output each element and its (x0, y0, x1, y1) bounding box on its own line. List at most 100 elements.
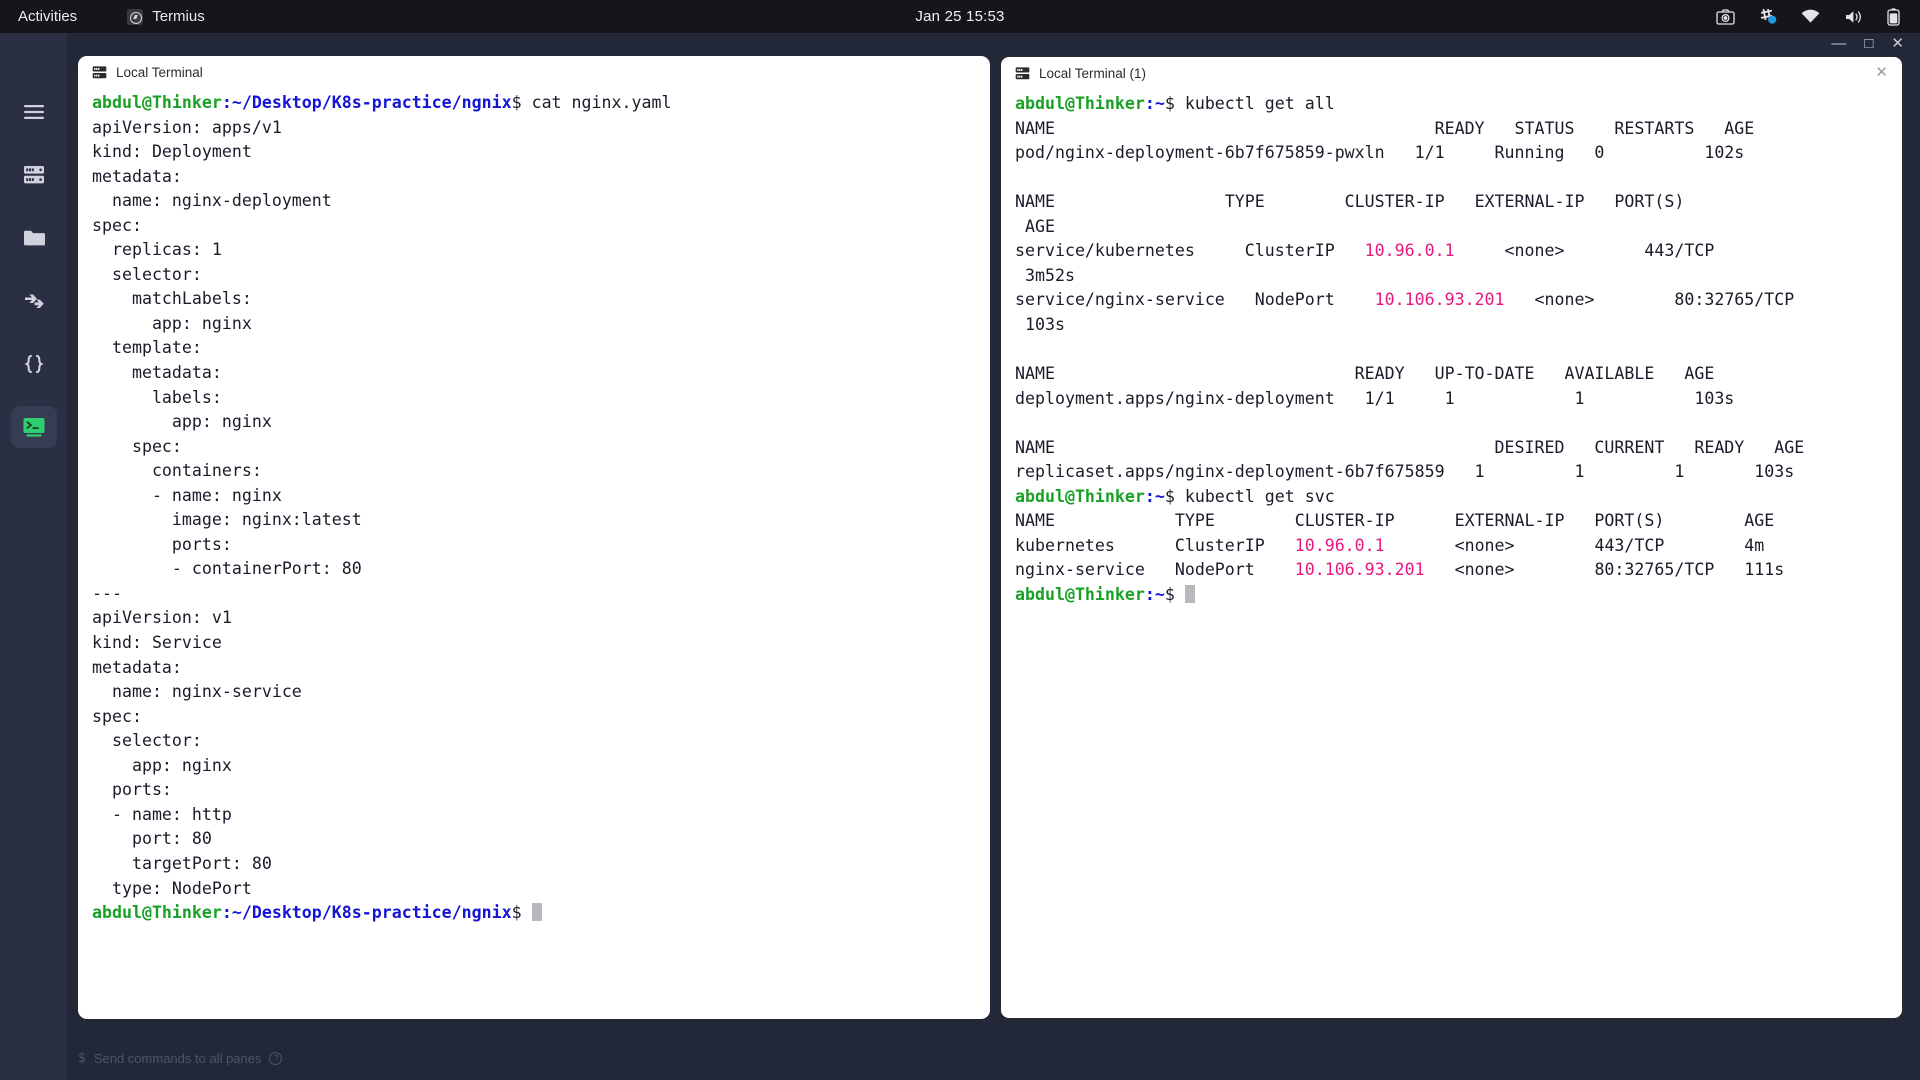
terminal-line: containers: (92, 461, 262, 481)
terminal-line: kind: Deployment (92, 142, 252, 162)
cluster-ip-value: 10.96.0.1 (1294, 535, 1385, 555)
table-row: pod/nginx-deployment-6b7f675859-pwxln 1/… (1015, 143, 1745, 163)
table-row: deployment.apps/nginx-deployment 1/1 1 1… (1015, 388, 1735, 408)
prompt-path: :~ (1144, 486, 1165, 506)
sidebar-item-port-forwarding[interactable] (11, 280, 57, 322)
terminal-line: kind: Service (92, 633, 222, 653)
help-icon[interactable]: ? (269, 1052, 283, 1065)
command-text: $ (1164, 584, 1185, 604)
network-settings-icon[interactable] (1759, 8, 1777, 26)
terminal-cursor (1184, 584, 1195, 603)
activities-button[interactable]: Activities (18, 8, 77, 25)
server-rack-icon (23, 165, 45, 185)
terminal-line: - containerPort: 80 (92, 559, 362, 579)
terminal-line: matchLabels: (92, 289, 252, 309)
terminal-line: metadata: (92, 657, 182, 677)
terminal-line: - name: http (92, 804, 232, 824)
terminal-line: targetPort: 80 (92, 853, 272, 873)
terminal-line: image: nginx:latest (92, 510, 362, 530)
terminal-line: abdul@Thinker:~/Desktop/K8s-practice/ngn… (92, 91, 990, 116)
prompt-user: abdul@Thinker (1015, 486, 1145, 506)
gnome-top-bar: Activities Termius Jan 25 15:53 (0, 0, 1920, 33)
code-braces-icon (23, 354, 45, 374)
prompt-path: :~/Desktop/K8s-practice/ngnix (221, 93, 512, 112)
terminal-output-left[interactable]: abdul@Thinker:~/Desktop/K8s-practice/ngn… (78, 89, 990, 926)
clock[interactable]: Jan 25 15:53 (915, 8, 1004, 25)
prompt-user: abdul@Thinker (92, 903, 222, 923)
app-menu-label: Termius (152, 8, 205, 25)
terminal-line: ports: (92, 534, 232, 554)
wifi-icon[interactable] (1801, 9, 1820, 24)
sidebar-item-terminal[interactable] (10, 406, 57, 448)
sidebar-item-sftp[interactable] (11, 217, 57, 259)
hamburger-menu-icon (23, 104, 45, 120)
send-commands-to-all-panes-bar[interactable]: $ Send commands to all panes ? (78, 1051, 283, 1066)
command-text: $ (511, 903, 532, 923)
command-text: $ kubectl get all (1164, 94, 1335, 113)
terminal-line: labels: (92, 387, 222, 407)
termius-app-icon (127, 8, 144, 25)
table-row: replicaset.apps/nginx-deployment-6b7f675… (1015, 462, 1795, 482)
dollar-sign-icon: $ (78, 1051, 86, 1066)
close-button[interactable]: ✕ (1891, 36, 1904, 51)
terminal-line: type: NodePort (92, 878, 252, 898)
command-text: $ kubectl get svc (1164, 486, 1335, 506)
terminal-line: spec: (92, 706, 142, 726)
terminal-line: --- (92, 583, 122, 603)
terminal-line: spec: (92, 215, 142, 235)
terminal-pane-right[interactable]: Local Terminal (1) ✕ abdul@Thinker:~$ ku… (1000, 56, 1903, 1019)
sidebar-item-hosts[interactable] (11, 154, 57, 196)
prompt-path: :~ (1144, 94, 1165, 113)
terminal-line: apiVersion: v1 (92, 608, 232, 628)
pane-left-tab-title[interactable]: Local Terminal (116, 65, 203, 80)
terminal-line: ports: (92, 780, 172, 800)
server-rack-icon (92, 65, 107, 80)
pane-left-tabbar: Local Terminal (78, 56, 990, 89)
table-row-wrap: 103s (1015, 314, 1065, 334)
pane-right-tab-title[interactable]: Local Terminal (1) (1039, 66, 1146, 81)
terminal-pane-left[interactable]: Local Terminal abdul@Thinker:~/Desktop/K… (78, 56, 990, 1019)
port-forwarding-arrow-icon (23, 292, 45, 310)
table-header: NAME DESIRED CURRENT READY AGE (1015, 437, 1805, 457)
prompt-user: abdul@Thinker (1015, 584, 1145, 604)
terminal-line: apiVersion: apps/v1 (92, 117, 282, 137)
terminal-line: - name: nginx (92, 485, 282, 505)
terminal-line: app: nginx (92, 313, 252, 333)
minimize-button[interactable]: — (1831, 36, 1846, 51)
prompt-user: abdul@Thinker (1015, 94, 1145, 113)
table-header: NAME READY UP-TO-DATE AVAILABLE AGE (1015, 364, 1715, 384)
table-header: NAME TYPE CLUSTER-IP EXTERNAL-IP PORT(S)… (1015, 511, 1775, 531)
table-row: kubernetes ClusterIP 10.96.0.1 <none> 44… (1015, 535, 1765, 555)
volume-icon[interactable] (1844, 9, 1863, 25)
cluster-ip-value: 10.106.93.201 (1374, 290, 1505, 310)
sidebar-item-snippets[interactable] (11, 343, 57, 385)
folder-icon (23, 229, 45, 247)
terminal-line: abdul@Thinker:~$ (1015, 583, 1902, 608)
screenshot-icon[interactable] (1716, 8, 1735, 25)
terminal-line: template: (92, 338, 202, 358)
terminal-line: abdul@Thinker:~$ kubectl get all (1015, 92, 1902, 117)
terminal-line: abdul@Thinker:~$ kubectl get svc (1015, 485, 1902, 510)
maximize-button[interactable]: □ (1864, 36, 1873, 51)
prompt-path: :~/Desktop/K8s-practice/ngnix (221, 903, 512, 923)
pane-right-tabbar: Local Terminal (1) ✕ (1001, 57, 1902, 90)
terminal-line: name: nginx-deployment (92, 191, 332, 211)
table-row: service/kubernetes ClusterIP 10.96.0.1 <… (1015, 241, 1715, 261)
sidebar-item-hamburger-menu[interactable] (11, 91, 57, 133)
terminal-line: metadata: (92, 166, 182, 186)
table-header: NAME READY STATUS RESTARTS AGE (1015, 118, 1755, 138)
cluster-ip-value: 10.106.93.201 (1294, 560, 1425, 580)
statusbar-label: Send commands to all panes (93, 1051, 262, 1066)
app-menu[interactable]: Termius (127, 8, 205, 25)
terminal-line: app: nginx (92, 755, 232, 775)
battery-icon[interactable] (1887, 7, 1900, 26)
close-icon[interactable]: ✕ (1875, 65, 1888, 80)
prompt-path: :~ (1144, 584, 1165, 604)
system-tray (1716, 7, 1900, 26)
table-row: service/nginx-service NodePort 10.106.93… (1015, 290, 1795, 310)
terminal-output-right[interactable]: abdul@Thinker:~$ kubectl get all NAME REA… (1001, 90, 1902, 607)
terminal-line: spec: (92, 436, 182, 456)
